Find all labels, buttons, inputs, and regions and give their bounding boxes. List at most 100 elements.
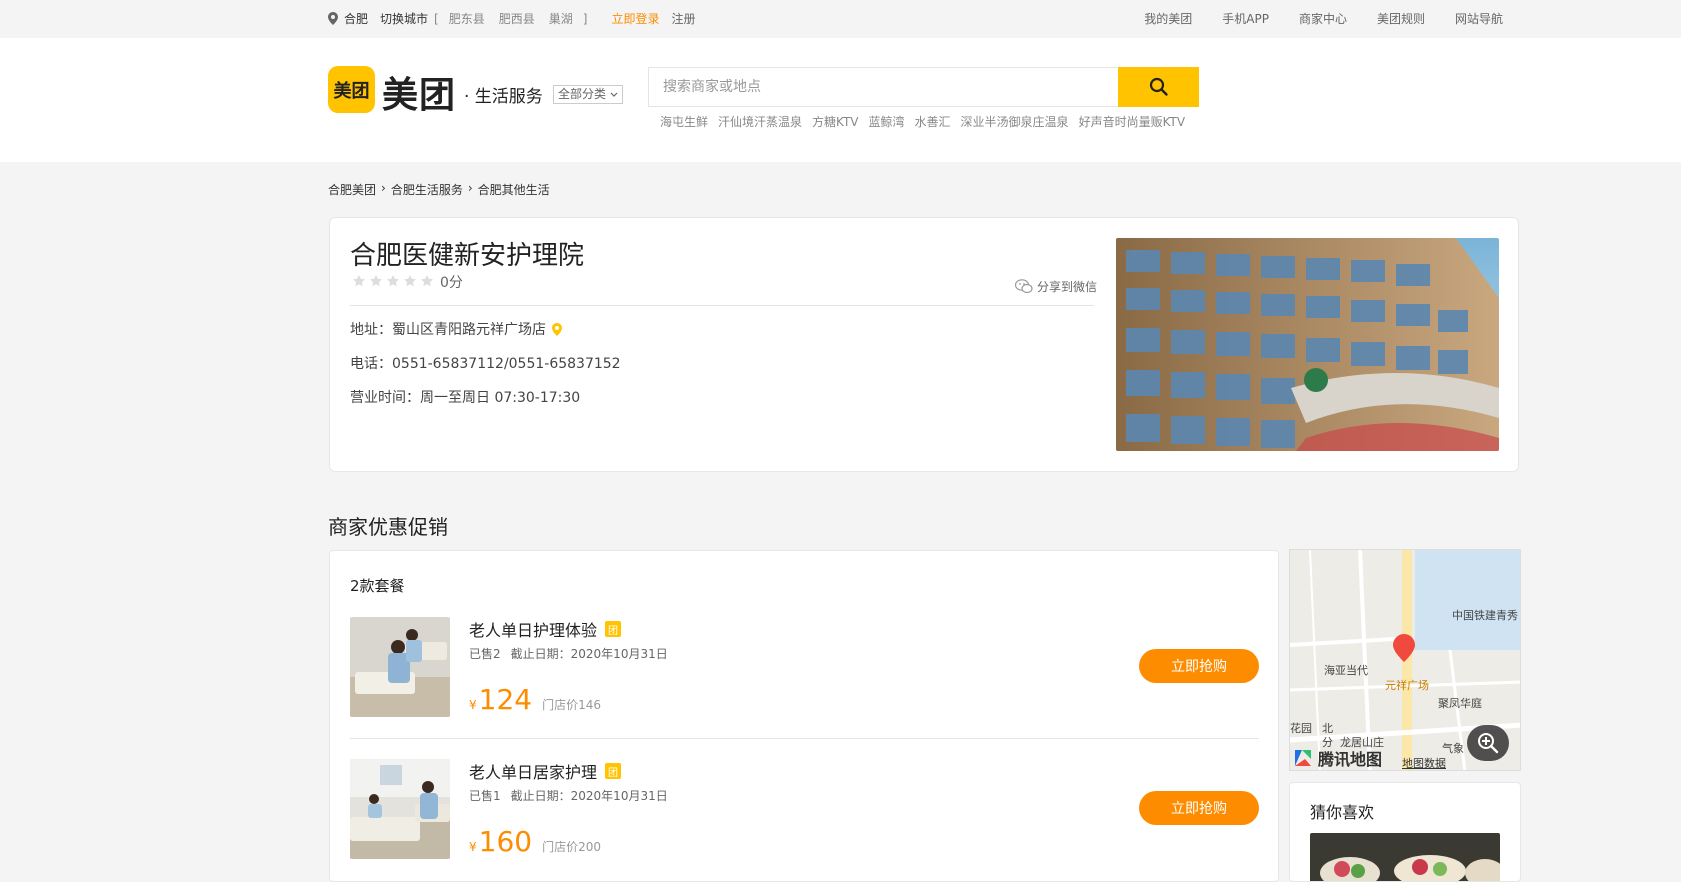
top-nav: 我的美团 手机APP 商家中心 美团规则 网站导航 [1144, 10, 1503, 27]
shop-info-card: 合肥医健新安护理院 0分 分享到微信 地址：蜀山区青阳路元祥广场店 电话：055… [329, 217, 1519, 472]
deal-name: 老人单日护理体验 [469, 621, 598, 640]
hot-word[interactable]: 深业半汤御泉庄温泉 [961, 113, 1069, 130]
hot-word[interactable]: 蓝鲸湾 [869, 113, 905, 130]
deal-deadline: 截止日期：2020年10月31日 [510, 789, 668, 803]
zoom-in-icon [1478, 733, 1499, 754]
deal-title[interactable]: 老人单日护理体验 团 [469, 617, 622, 641]
breadcrumb-separator-icon: › [467, 181, 473, 195]
location-bar: 合肥 切换城市 [ 肥东县 肥西县 巢湖 ] 立即登录 注册 [328, 10, 695, 27]
bracket-open: [ [434, 11, 439, 26]
meituan-logo-icon[interactable]: 美团 [328, 66, 375, 113]
deal-name: 老人单日居家护理 [469, 763, 598, 782]
hot-word[interactable]: 海屯生鲜 [660, 113, 708, 130]
map-brand-text: 腾讯地图 [1318, 750, 1383, 769]
star-icon [370, 275, 382, 287]
hot-word[interactable]: 方糖KTV [812, 113, 858, 130]
map-label: 花园 [1290, 722, 1312, 735]
star-icon [353, 275, 365, 287]
star-icon [387, 275, 399, 287]
nav-merchant-center[interactable]: 商家中心 [1299, 10, 1347, 27]
currency-symbol: ¥ [469, 698, 477, 712]
price-value: 124 [478, 683, 533, 716]
county-link-chaohu[interactable]: 巢湖 [549, 10, 573, 27]
address-text: 地址：蜀山区青阳路元祥广场店 [350, 322, 546, 338]
rating-stars [352, 274, 434, 288]
shop-address: 地址：蜀山区青阳路元祥广场店 [350, 319, 562, 339]
logo-mark-text: 美团 [333, 80, 370, 102]
map-zoom-button[interactable] [1467, 725, 1509, 761]
nav-rules[interactable]: 美团规则 [1377, 10, 1425, 27]
switch-city-link[interactable]: 切换城市 [380, 10, 428, 27]
shop-name: 合肥医健新安护理院 [350, 241, 585, 271]
deal-sold: 已售1 [469, 789, 501, 803]
buy-now-button[interactable]: 立即抢购 [1139, 791, 1259, 825]
deal-item: 老人单日居家护理 团 已售1 截止日期：2020年10月31日 ¥ 160 门店… [350, 759, 1259, 869]
deal-thumbnail[interactable] [350, 759, 450, 859]
hot-word[interactable]: 好声音时尚量贩KTV [1079, 113, 1185, 130]
rating-score: 0分 [440, 275, 463, 291]
nav-mobile-app[interactable]: 手机APP [1222, 10, 1269, 27]
county-link-feixi[interactable]: 肥西县 [499, 10, 535, 27]
search-icon [1149, 77, 1168, 96]
deal-price: ¥ 124 门店价146 [469, 685, 601, 715]
search-box [648, 67, 1199, 107]
currency-symbol: ¥ [469, 840, 477, 854]
share-wechat-button[interactable]: 分享到微信 [1015, 278, 1097, 295]
original-price: 门店价146 [542, 698, 601, 712]
recommend-thumbnail[interactable] [1310, 833, 1500, 881]
map-label: 元祥广场 [1385, 679, 1429, 692]
header: 美团 美团 · 生活服务 全部分类 海屯生鲜 汗仙境汗蒸温泉 方糖KTV 蓝鲸湾… [0, 38, 1681, 162]
map-label: 聚凤华庭 [1438, 697, 1482, 710]
map-label: 中国铁建青秀 [1452, 609, 1518, 622]
category-select[interactable]: 全部分类 [553, 85, 623, 104]
login-link[interactable]: 立即登录 [611, 10, 659, 27]
deal-title[interactable]: 老人单日居家护理 团 [469, 759, 622, 783]
bracket-close: ] [582, 11, 588, 26]
star-icon [421, 275, 433, 287]
nav-site-nav[interactable]: 网站导航 [1455, 10, 1503, 27]
search-input[interactable] [649, 68, 1119, 106]
divider [350, 305, 1094, 306]
deal-thumbnail[interactable] [350, 617, 450, 717]
map-pin-icon[interactable] [552, 322, 562, 336]
nav-my-meituan[interactable]: 我的美团 [1144, 10, 1192, 27]
breadcrumb-item[interactable]: 合肥美团 [328, 181, 376, 198]
breadcrumb-separator-icon: › [381, 181, 386, 195]
hot-word[interactable]: 水善汇 [915, 113, 951, 130]
breadcrumb-item[interactable]: 合肥其他生活 [478, 181, 550, 198]
map-label: 海亚当代 [1324, 664, 1368, 677]
breadcrumb: 合肥美团 › 合肥生活服务 › 合肥其他生活 [328, 181, 550, 198]
wechat-icon [1015, 279, 1033, 294]
channel-title: · 生活服务 [464, 87, 543, 107]
deal-item: 老人单日护理体验 团 已售2 截止日期：2020年10月31日 ¥ 124 门店… [350, 617, 1259, 727]
group-buy-badge: 团 [605, 621, 622, 637]
hot-word[interactable]: 汗仙境汗蒸温泉 [718, 113, 802, 130]
logo-text[interactable]: 美团 [382, 66, 456, 118]
county-link-feidong[interactable]: 肥东县 [449, 10, 485, 27]
tencent-map-logo-icon [1295, 750, 1311, 766]
search-button[interactable] [1118, 67, 1199, 107]
category-label: 全部分类 [558, 87, 607, 101]
buy-now-button[interactable]: 立即抢购 [1139, 649, 1259, 683]
register-link[interactable]: 注册 [671, 10, 695, 27]
chevron-down-icon [610, 92, 618, 97]
share-label: 分享到微信 [1037, 280, 1098, 294]
tencent-map-brand: 腾讯地图 [1292, 746, 1382, 770]
map-label: 气象 [1442, 742, 1464, 755]
breadcrumb-item[interactable]: 合肥生活服务 [391, 181, 463, 198]
divider [350, 738, 1259, 739]
location-map[interactable]: 中国铁建青秀 海亚当代 元祥广场 聚凤华庭 北 分 龙居山庄 花园 气象 腾讯地… [1289, 549, 1521, 771]
deals-count: 2款套餐 [350, 577, 405, 595]
price-value: 160 [478, 825, 533, 858]
star-icon [404, 275, 416, 287]
recommend-title: 猜你喜欢 [1310, 803, 1375, 822]
deal-deadline: 截止日期：2020年10月31日 [510, 647, 668, 661]
shop-hours: 营业时间：周一至周日 07:30-17:30 [350, 390, 581, 406]
deal-meta: 已售2 截止日期：2020年10月31日 [469, 645, 668, 662]
hot-search-words: 海屯生鲜 汗仙境汗蒸温泉 方糖KTV 蓝鲸湾 水善汇 深业半汤御泉庄温泉 好声音… [660, 113, 1185, 130]
deal-price: ¥ 160 门店价200 [469, 827, 601, 857]
map-data-link[interactable]: 地图数据 [1402, 755, 1446, 770]
deal-meta: 已售1 截止日期：2020年10月31日 [469, 787, 668, 804]
shop-photo[interactable] [1116, 238, 1499, 451]
recommend-card: 猜你喜欢 [1289, 782, 1521, 882]
